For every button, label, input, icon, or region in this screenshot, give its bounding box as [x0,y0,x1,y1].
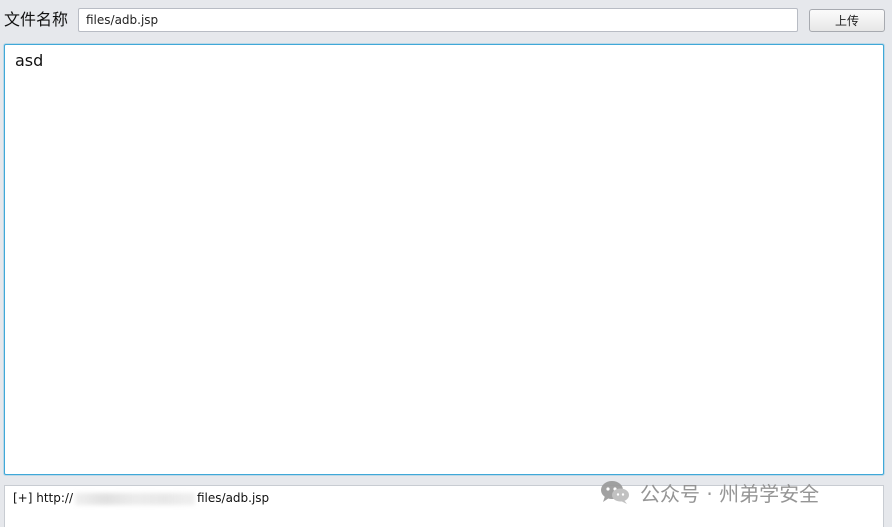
log-path: files/adb.jsp [197,491,270,505]
upload-log-panel: [+] http:// files/adb.jsp [4,485,884,527]
redacted-host [75,492,195,505]
file-content-editor[interactable]: asd [4,44,884,475]
filename-input[interactable] [78,8,798,32]
filename-label: 文件名称 [4,10,69,29]
upload-button[interactable]: 上传 [809,9,885,32]
log-prefix: [+] http:// [13,491,73,505]
